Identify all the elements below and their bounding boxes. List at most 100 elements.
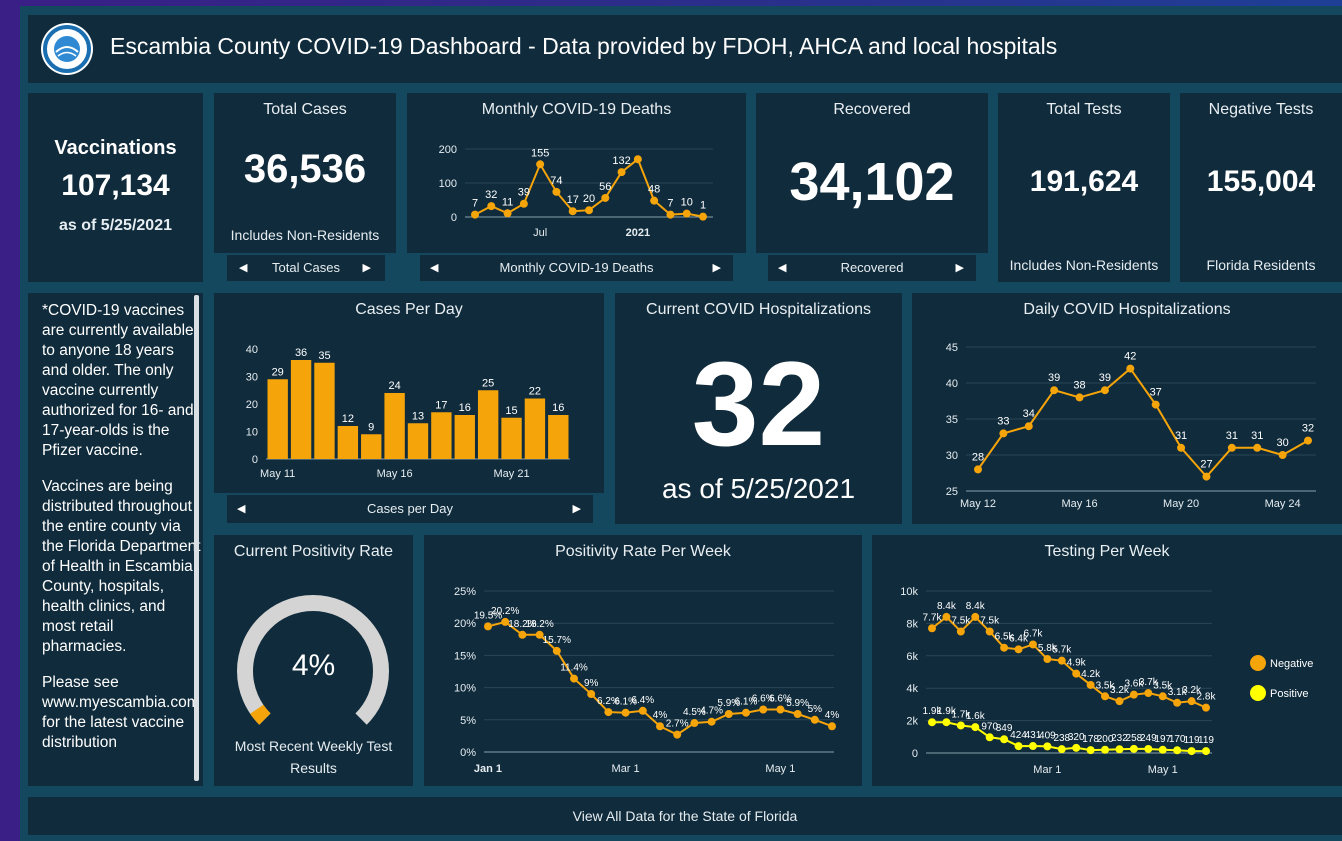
positivity-point	[484, 622, 492, 631]
hosp-data-label: 38	[1073, 379, 1085, 391]
daily-hosp-card: Daily COVID Hospitalizations 25 30 35 40 45 2…	[912, 293, 1342, 524]
testing-week-card: Testing Per Week 0 2k 4k 6k 8k 10k 7.7k 8.4k 7.5…	[872, 535, 1342, 786]
deaths-point	[633, 155, 642, 164]
cases-bar	[290, 360, 312, 459]
note-scrollbar[interactable]	[194, 295, 199, 781]
y-tick-label: 20	[246, 399, 258, 411]
negative-tests-note: Florida Residents	[1206, 257, 1316, 273]
total-tests-note: Includes Non-Residents	[1009, 257, 1159, 273]
testing-point-negative	[1144, 689, 1153, 698]
deaths-point	[519, 199, 528, 208]
cases-bar	[361, 434, 382, 459]
y-tick-label: 8k	[906, 618, 918, 630]
hosp-data-label: 37	[1150, 387, 1162, 399]
cases-bar	[431, 412, 452, 459]
y-tick-label: 100	[439, 178, 457, 190]
testing-point-positive	[1144, 744, 1153, 753]
y-tick-label: 25%	[454, 586, 476, 598]
hosp-point	[1075, 393, 1084, 402]
hosp-point	[974, 465, 982, 474]
deaths-point	[682, 209, 691, 218]
state-data-link[interactable]: View All Data for the State of Florida	[28, 808, 1342, 824]
deaths-point	[585, 206, 593, 215]
footer-bar: View All Data for the State of Florida	[28, 797, 1342, 835]
negative-tests-title: Negative Tests	[1208, 101, 1314, 118]
deaths-point	[536, 160, 545, 169]
cases-bar	[454, 415, 475, 459]
legend-swatch	[1250, 655, 1266, 671]
positivity-value: 4%	[291, 649, 336, 682]
y-tick-label: 0%	[460, 747, 476, 759]
next-arrow-icon[interactable]: ▶	[956, 261, 964, 274]
hosp-point	[1253, 443, 1262, 452]
cases-bar	[337, 426, 359, 459]
cases-per-day-nav-label: Cases per Day	[367, 501, 453, 516]
y-tick-label: 25	[946, 486, 958, 498]
hosp-data-label: 32	[1302, 423, 1314, 435]
testing-point-negative	[1202, 703, 1210, 712]
total-tests-title: Total Tests	[1046, 101, 1122, 118]
testing-point-positive	[1000, 735, 1009, 744]
testing-point-negative	[1043, 655, 1052, 664]
total-tests-value: 191,624	[1029, 165, 1139, 198]
testing-data-label: 7.5k	[951, 616, 971, 627]
hosp-point	[1278, 451, 1287, 459]
deaths-data-label: 17	[567, 194, 579, 206]
testing-point-positive	[1072, 743, 1081, 752]
header-bar: Escambia County COVID-19 Dashboard - Dat…	[28, 15, 1342, 83]
testing-point-negative	[1115, 697, 1124, 706]
positivity-point	[673, 730, 682, 739]
hosp-data-label: 31	[1175, 430, 1187, 442]
positivity-point	[621, 708, 630, 717]
testing-point-positive	[942, 718, 951, 727]
vaccinations-date: as of 5/25/2021	[59, 217, 172, 234]
cases-data-label: 17	[435, 399, 447, 411]
recovered-title: Recovered	[833, 101, 911, 118]
current-hosp-date: as of 5/25/2021	[661, 473, 856, 504]
hosp-point	[1024, 422, 1033, 431]
y-tick-label: 10%	[454, 683, 476, 695]
current-hosp-title: Current COVID Hospitalizations	[646, 301, 871, 318]
positivity-point	[742, 708, 750, 717]
recovered-card: Recovered 34,102	[756, 93, 988, 253]
testing-point-positive	[1101, 745, 1110, 754]
hosp-point	[1202, 472, 1211, 481]
total-cases-nav: ◀ Total Cases ▶	[227, 255, 385, 281]
positivity-note: Most Recent Weekly Test Results	[234, 738, 393, 776]
recovered-nav: ◀ Recovered ▶	[768, 255, 976, 281]
current-hosp-card: Current COVID Hospitalizations 32 as of …	[615, 293, 902, 524]
y-tick-label: 10k	[900, 586, 918, 598]
legend-label: Positive	[1270, 688, 1309, 700]
deaths-point	[503, 209, 512, 218]
current-hosp-value: 32	[691, 337, 826, 471]
monthly-deaths-chart: 0 100 200 7 32 11 39 155 74 17 20 56 132 48 7 10 1 Jul 202…	[439, 144, 713, 239]
hosp-data-label: 39	[1048, 372, 1060, 384]
testing-point-negative	[971, 612, 980, 621]
negative-tests-value: 155,004	[1206, 165, 1316, 198]
testing-point-negative	[1028, 640, 1037, 649]
cases-data-label: 22	[529, 386, 541, 398]
positivity-data-label: 20.2%	[491, 606, 519, 617]
deaths-point	[617, 168, 626, 177]
cases-data-label: 9	[368, 421, 374, 433]
testing-data-label: 8.4k	[966, 601, 986, 612]
deaths-data-label: 32	[485, 189, 497, 201]
testing-point-positive	[1173, 746, 1182, 755]
deaths-point	[487, 202, 496, 211]
total-cases-title: Total Cases	[263, 101, 347, 118]
positivity-point	[724, 710, 733, 719]
y-tick-label: 2k	[906, 716, 918, 728]
vaccine-note-p2: Vaccines are being distributed throughou…	[42, 478, 201, 655]
testing-data-label: 4.2k	[1081, 669, 1101, 680]
next-arrow-icon[interactable]: ▶	[713, 261, 721, 274]
next-arrow-icon[interactable]: ▶	[363, 261, 371, 274]
testing-point-positive	[1043, 742, 1052, 751]
hosp-data-label: 39	[1099, 372, 1111, 384]
y-tick-label: 6k	[906, 651, 918, 663]
y-tick-label: 0	[252, 454, 258, 466]
total-tests-card: Total Tests 191,624 Includes Non-Residen…	[998, 93, 1170, 282]
next-arrow-icon[interactable]: ▶	[573, 502, 581, 515]
y-tick-label: 5%	[460, 715, 476, 727]
testing-point-negative	[985, 627, 994, 636]
total-cases-value: 36,536	[243, 147, 367, 191]
